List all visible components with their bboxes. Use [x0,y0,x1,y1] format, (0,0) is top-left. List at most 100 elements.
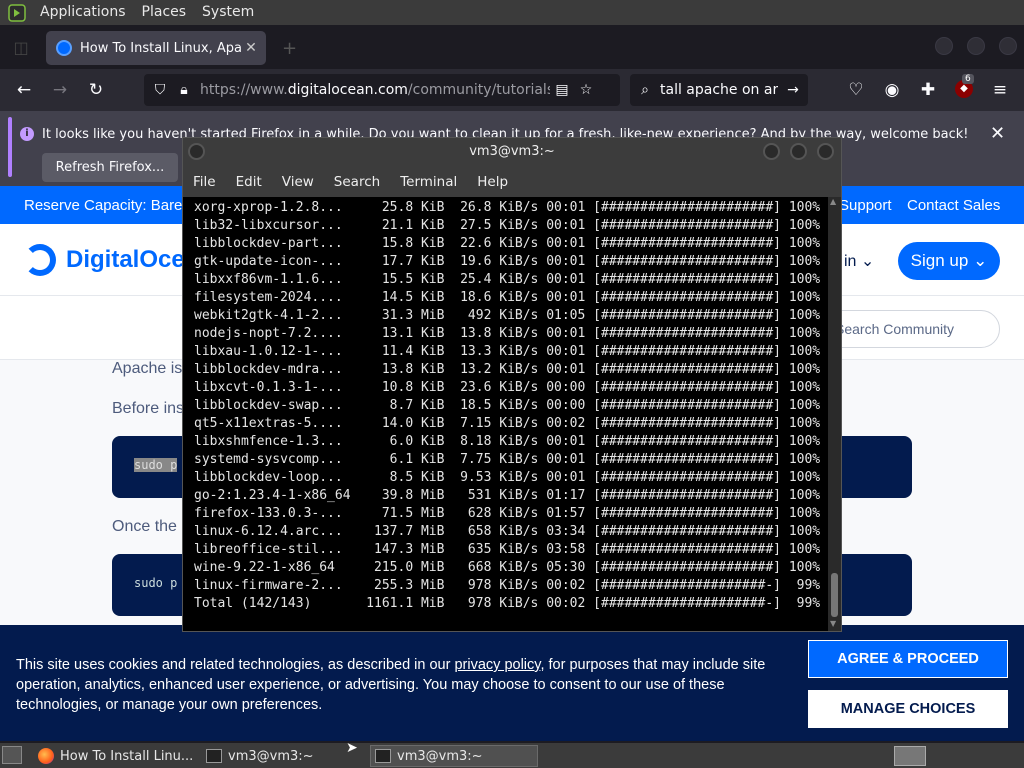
agree-proceed-button[interactable]: AGREE & PROCEED [808,640,1008,678]
url-bar[interactable]: ⛉ 🔒︎ https://www.digitalocean.com/commun… [144,74,620,106]
terminal-line: xorg-xprop-1.2.8... 25.8 KiB 26.8 KiB/s … [194,200,821,215]
terminal-line: libblockdev-part... 15.8 KiB 22.6 KiB/s … [194,236,821,251]
terminal-icon [206,749,222,763]
terminal-line: webkit2gtk-4.1-2... 31.3 MiB 492 KiB/s 0… [194,308,821,323]
terminal-line: lib32-libxcursor... 21.1 KiB 27.5 KiB/s … [194,218,821,233]
system-menu[interactable]: System [194,0,262,25]
pocket-icon[interactable]: ♡ [844,78,868,102]
applications-menu[interactable]: Applications [32,0,134,25]
firefox-icon [38,748,54,764]
terminal-icon [375,749,391,763]
reader-view-icon[interactable]: ▤ [550,82,574,98]
minimize-button[interactable] [935,37,953,55]
terminal-line: gtk-update-icon-... 17.7 KiB 19.6 KiB/s … [194,254,821,269]
terminal-line: systemd-sysvcomp... 6.1 KiB 7.75 KiB/s 0… [194,452,821,467]
menu-file[interactable]: File [193,174,216,190]
terminal-line: libxxf86vm-1.1.6... 15.5 KiB 25.4 KiB/s … [194,272,821,287]
task-terminal-2[interactable]: vm3@vm3:~ [370,745,538,767]
notification-accent [8,117,12,177]
reload-icon[interactable]: ↻ [84,78,108,102]
tracking-protection-icon[interactable]: ⛉ [148,82,172,98]
window-menu-icon[interactable] [188,143,205,160]
mouse-cursor-icon: ➤ [346,740,358,756]
distro-logo-icon[interactable] [6,2,28,24]
terminal-line: libblockdev-swap... 8.7 KiB 18.5 KiB/s 0… [194,398,821,413]
terminal-close-button[interactable] [817,143,834,160]
url-text[interactable]: https://www.digitalocean.com/community/t… [200,82,550,98]
search-bar[interactable]: ⌕ tall apache on arch → [630,74,808,106]
notification-close-icon[interactable]: ✕ [990,123,1005,144]
promo-text[interactable]: Reserve Capacity: Bare [24,197,182,214]
search-go-icon[interactable]: → [778,82,808,98]
terminal-line: libxcvt-0.1.3-1-... 10.8 KiB 23.6 KiB/s … [194,380,821,395]
lock-icon[interactable]: 🔒︎ [172,82,196,98]
task-label: vm3@vm3:~ [397,748,483,764]
extensions-icon[interactable]: ✚ [916,78,940,102]
menu-help[interactable]: Help [477,174,508,190]
info-icon: i [20,127,34,141]
digitalocean-logo-icon[interactable] [24,244,56,276]
close-window-button[interactable] [999,37,1017,55]
privacy-policy-link[interactable]: privacy policy [454,657,540,673]
menu-view[interactable]: View [282,174,314,190]
support-link[interactable]: Support [839,197,892,214]
terminal-line: linux-firmware-2... 255.3 MiB 978 KiB/s … [194,578,821,593]
terminal-output[interactable]: xorg-xprop-1.2.8... 25.8 KiB 26.8 KiB/s … [183,197,828,631]
browser-tab[interactable]: How To Install Linux, Apache ✕ [46,31,266,65]
tab-close-icon[interactable]: ✕ [242,40,260,56]
maximize-button[interactable] [967,37,985,55]
places-menu[interactable]: Places [134,0,195,25]
terminal-titlebar[interactable]: vm3@vm3:~ [183,138,841,166]
show-desktop-icon[interactable] [2,746,22,764]
task-label: How To Install Linu... [60,748,194,764]
new-tab-icon[interactable]: + [282,38,297,59]
scrollbar-thumb[interactable] [831,573,838,617]
code-text-1[interactable]: sudo p [134,458,178,472]
login-link[interactable]: in ⌄ [844,251,874,271]
community-search-input[interactable]: Search Community [818,310,1000,348]
menu-hamburger-icon[interactable]: ≡ [988,78,1012,102]
back-icon[interactable]: ← [12,78,36,102]
top-panel: Applications Places System [0,0,1024,25]
menu-edit[interactable]: Edit [236,174,262,190]
terminal-line: nodejs-nopt-7.2.... 13.1 KiB 13.8 KiB/s … [194,326,821,341]
terminal-line: filesystem-2024.... 14.5 KiB 18.6 KiB/s … [194,290,821,305]
cookie-text: This site uses cookies and related techn… [16,657,766,713]
terminal-minimize-button[interactable] [763,143,780,160]
manage-choices-button[interactable]: MANAGE CHOICES [808,690,1008,728]
paragraph-2: Before ins [112,400,185,417]
bookmark-star-icon[interactable]: ☆ [574,82,598,98]
contact-sales-link[interactable]: Contact Sales [907,197,1000,214]
bottom-taskbar: How To Install Linu... vm3@vm3:~ vm3@vm3… [0,743,1024,768]
terminal-line: wine-9.22-1-x86_64 215.0 MiB 668 KiB/s 0… [194,560,821,575]
paragraph-1: Apache is [112,360,183,377]
scroll-up-icon[interactable]: ▲ [830,197,836,206]
search-input[interactable]: tall apache on arch [660,82,778,98]
firefox-view-icon[interactable]: ◫ [8,35,34,61]
terminal-line: libxau-1.0.12-1-... 11.4 KiB 13.3 KiB/s … [194,344,821,359]
task-terminal-1[interactable]: vm3@vm3:~ [202,745,366,767]
menu-terminal[interactable]: Terminal [400,174,457,190]
terminal-line: qt5-x11extras-5.... 14.0 KiB 7.15 KiB/s … [194,416,821,431]
task-firefox[interactable]: How To Install Linu... [34,745,198,767]
workspace-switcher[interactable] [894,746,926,766]
signup-button[interactable]: Sign up ⌄ [898,242,1000,280]
terminal-line: linux-6.12.4.arc... 137.7 MiB 658 KiB/s … [194,524,821,539]
tab-title: How To Install Linux, Apache [80,40,242,56]
terminal-line: Total (142/143) 1161.1 MiB 978 KiB/s 00:… [194,596,821,611]
refresh-firefox-button[interactable]: Refresh Firefox... [42,153,178,182]
scroll-down-icon[interactable]: ▼ [830,619,836,628]
terminal-maximize-button[interactable] [790,143,807,160]
menu-search[interactable]: Search [334,174,380,190]
paragraph-3: Once the [112,518,177,535]
terminal-line: go-2:1.23.4-1-x86_64 39.8 MiB 531 KiB/s … [194,488,821,503]
task-label: vm3@vm3:~ [228,748,314,764]
account-icon[interactable]: ◉ [880,78,904,102]
cookie-banner: This site uses cookies and related techn… [0,625,1024,741]
forward-icon[interactable]: → [48,78,72,102]
terminal-window[interactable]: vm3@vm3:~ File Edit View Search Terminal… [182,137,842,632]
terminal-line: libreoffice-stil... 147.3 MiB 635 KiB/s … [194,542,821,557]
code-text-2[interactable]: sudo p [134,576,177,590]
terminal-line: libxshmfence-1.3... 6.0 KiB 8.18 KiB/s 0… [194,434,821,449]
terminal-scrollbar[interactable]: ▲ ▼ [828,197,841,631]
